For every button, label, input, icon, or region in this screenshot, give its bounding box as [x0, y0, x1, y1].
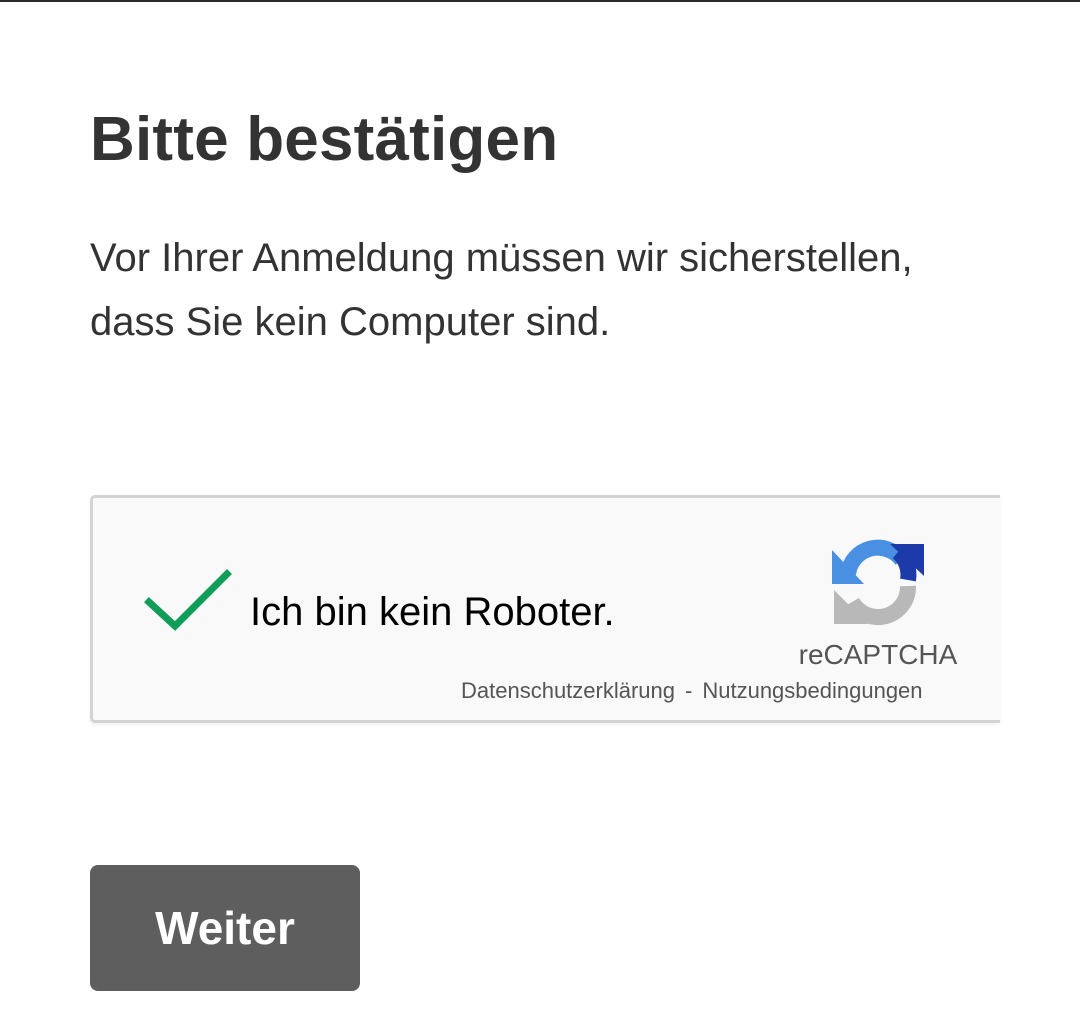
not-a-robot-label[interactable]: Ich bin kein Roboter.	[250, 588, 615, 636]
continue-button[interactable]: Weiter	[90, 865, 360, 991]
recaptcha-brand-label: reCAPTCHA	[798, 639, 958, 670]
checkmark-icon[interactable]	[143, 566, 233, 636]
recaptcha-logo-icon	[832, 539, 924, 626]
intro-text: Vor Ihrer Anmeldung müssen wir sicherste…	[90, 226, 990, 354]
recaptcha-widget: Ich bin kein Roboter. reCAPTCHA Datensch…	[90, 495, 1000, 723]
intro-line-2: dass Sie kein Computer sind.	[90, 300, 611, 344]
terms-of-service-link[interactable]: Nutzungsbedingungen	[702, 678, 922, 703]
link-separator: -	[685, 678, 693, 703]
top-divider	[0, 0, 1080, 2]
recaptcha-links: Datenschutzerklärung - Nutzungsbedingungen	[461, 676, 923, 706]
intro-line-1: Vor Ihrer Anmeldung müssen wir sicherste…	[90, 236, 913, 280]
page-title: Bitte bestätigen	[90, 105, 559, 174]
privacy-policy-link[interactable]: Datenschutzerklärung	[461, 678, 675, 703]
